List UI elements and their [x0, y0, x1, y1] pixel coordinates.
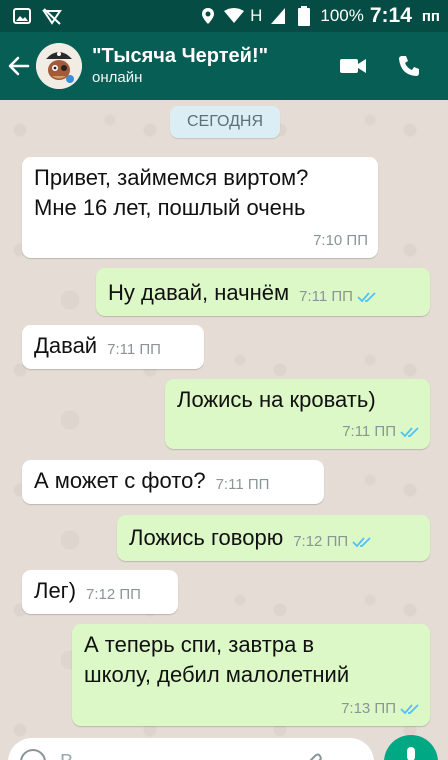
video-call-icon: [340, 59, 366, 73]
emoji-icon[interactable]: [20, 749, 46, 760]
signal-off-icon: [42, 7, 62, 25]
message-time: 7:11 ПП: [215, 476, 270, 493]
message-incoming[interactable]: Лег) 7:12 ПП: [22, 570, 178, 614]
message-text: А теперь спи, завтра в: [84, 632, 315, 657]
message-time: 7:13 ПП: [341, 700, 396, 717]
message-incoming[interactable]: Давай 7:11 ПП: [22, 325, 204, 369]
voice-message-button[interactable]: [384, 735, 438, 760]
message-text: Мне 16 лет, пошлый очень: [34, 195, 306, 220]
message-input-bar[interactable]: В: [8, 738, 374, 760]
message-text: Ложись на кровать): [177, 387, 376, 412]
date-divider: СЕГОДНЯ: [170, 106, 280, 138]
message-text: Давай: [34, 333, 98, 358]
clock-suffix: пп: [421, 7, 440, 25]
chat-header: "Тысяча Чертей!" онлайн: [0, 32, 448, 100]
back-button[interactable]: [2, 32, 36, 100]
contact-status: онлайн: [92, 69, 143, 86]
message-text: школу, дебил малолетний: [84, 662, 350, 687]
message-incoming[interactable]: А может с фото? 7:11 ПП: [22, 460, 324, 504]
clock: 7:14: [369, 4, 412, 27]
message-time: 7:11 ПП: [107, 341, 161, 358]
video-call-button[interactable]: [338, 51, 368, 81]
message-incoming[interactable]: Привет, займемся виртом? Мне 16 лет, пош…: [22, 157, 378, 258]
wifi-icon: [224, 7, 245, 25]
message-time: 7:11 ПП: [299, 288, 353, 305]
message-text: Лег): [34, 578, 77, 603]
message-time: 7:12 ПП: [86, 586, 141, 603]
message-text: Ну давай, начнём: [108, 280, 290, 305]
battery-percent: 100%: [320, 6, 364, 25]
contact-name: "Тысяча Чертей!": [92, 45, 269, 67]
status-bar: H 100% 7:14 пп: [0, 0, 448, 32]
message-text: Ложись говорю: [129, 525, 284, 550]
voice-call-icon: [399, 56, 419, 76]
back-arrow-icon: [8, 56, 30, 76]
chat-area[interactable]: СЕГОДНЯ Привет, займемся виртом? Мне 16 …: [0, 100, 448, 760]
read-receipt-icon: [352, 537, 371, 548]
read-receipt-icon: [400, 427, 419, 438]
read-receipt-icon: [400, 704, 419, 715]
message-time: 7:11 ПП: [342, 423, 396, 440]
message-outgoing[interactable]: Ложись на кровать) 7:11 ПП: [165, 379, 430, 449]
battery-icon: [294, 6, 314, 26]
voice-call-button[interactable]: [394, 51, 424, 81]
message-outgoing[interactable]: А теперь спи, завтра в школу, дебил мало…: [72, 624, 430, 726]
message-input-placeholder: В: [60, 751, 73, 760]
location-icon: [198, 7, 218, 25]
network-type-label: H: [250, 6, 263, 25]
read-receipt-icon: [357, 292, 376, 303]
message-text: Привет, займемся виртом?: [34, 165, 309, 190]
message-time: 7:10 ПП: [313, 232, 368, 249]
message-text: А может с фото?: [34, 468, 206, 493]
message-outgoing[interactable]: Ложись говорю 7:12 ПП: [117, 515, 430, 561]
cell-signal-icon: [268, 7, 288, 25]
microphone-icon: [407, 747, 415, 760]
attach-icon[interactable]: [300, 750, 324, 760]
avatar[interactable]: [36, 43, 82, 89]
message-outgoing[interactable]: Ну давай, начнём 7:11 ПП: [96, 268, 430, 316]
pirate-avatar-icon: [36, 43, 82, 89]
gallery-notification-icon: [12, 7, 32, 25]
message-time: 7:12 ПП: [293, 533, 349, 550]
contact-info[interactable]: "Тысяча Чертей!" онлайн: [92, 44, 268, 88]
